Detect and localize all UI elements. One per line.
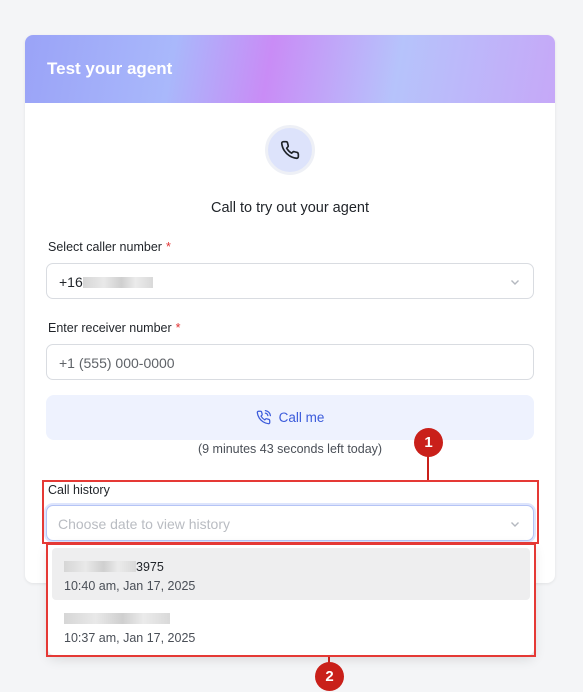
call-history-time: 10:37 am, Jan 17, 2025 [64,631,196,645]
call-history-select[interactable]: Choose date to view history [46,505,534,541]
call-history-placeholder: Choose date to view history [58,516,230,532]
caller-number-value: +16 [59,274,153,290]
call-history-time: 10:40 am, Jan 17, 2025 [64,579,196,593]
call-me-button[interactable]: Call me [46,395,534,440]
receiver-number-label-text: Enter receiver number [48,321,172,335]
receiver-number-field[interactable]: +1 (555) 000-0000 [46,344,534,380]
test-agent-card: Test your agent Call to try out your age… [25,35,555,583]
call-me-label: Call me [278,410,325,425]
receiver-number-label: Enter receiver number * [48,321,181,335]
call-history-item[interactable]: 3975 10:40 am, Jan 17, 2025 [52,548,530,600]
time-left-text: (9 minutes 43 seconds left today) [197,442,383,456]
annotation-badge-1: 1 [414,428,443,457]
phone-icon [280,140,300,160]
redacted-number [64,613,170,624]
call-history-dropdown: 3975 10:40 am, Jan 17, 2025 10:37 am, Ja… [48,543,534,655]
card-subtitle: Call to try out your agent [211,200,369,216]
redacted-number [82,277,153,288]
card-title: Test your agent [47,59,173,78]
required-mark: * [175,321,181,335]
caller-number-select[interactable]: +16 [46,263,534,299]
call-history-item[interactable]: 10:37 am, Jan 17, 2025 [52,600,530,652]
redacted-number [64,561,136,572]
caller-number-label: Select caller number * [48,240,171,254]
card-header: Test your agent [25,35,555,103]
chevron-down-icon [511,280,519,285]
receiver-number-placeholder: +1 (555) 000-0000 [59,355,175,371]
annotation-badge-2: 2 [315,662,344,691]
phone-call-icon [256,410,271,425]
annotation-connector-1 [427,456,429,480]
call-history-label: Call history [48,483,110,497]
caller-number-prefix: +16 [59,274,83,290]
chevron-down-icon [511,522,519,527]
call-history-number: 3975 [64,560,164,574]
call-history-number [64,612,170,626]
required-mark: * [165,240,171,254]
caller-number-label-text: Select caller number [48,240,162,254]
call-history-number-suffix: 3975 [136,560,164,574]
phone-badge [265,125,315,175]
